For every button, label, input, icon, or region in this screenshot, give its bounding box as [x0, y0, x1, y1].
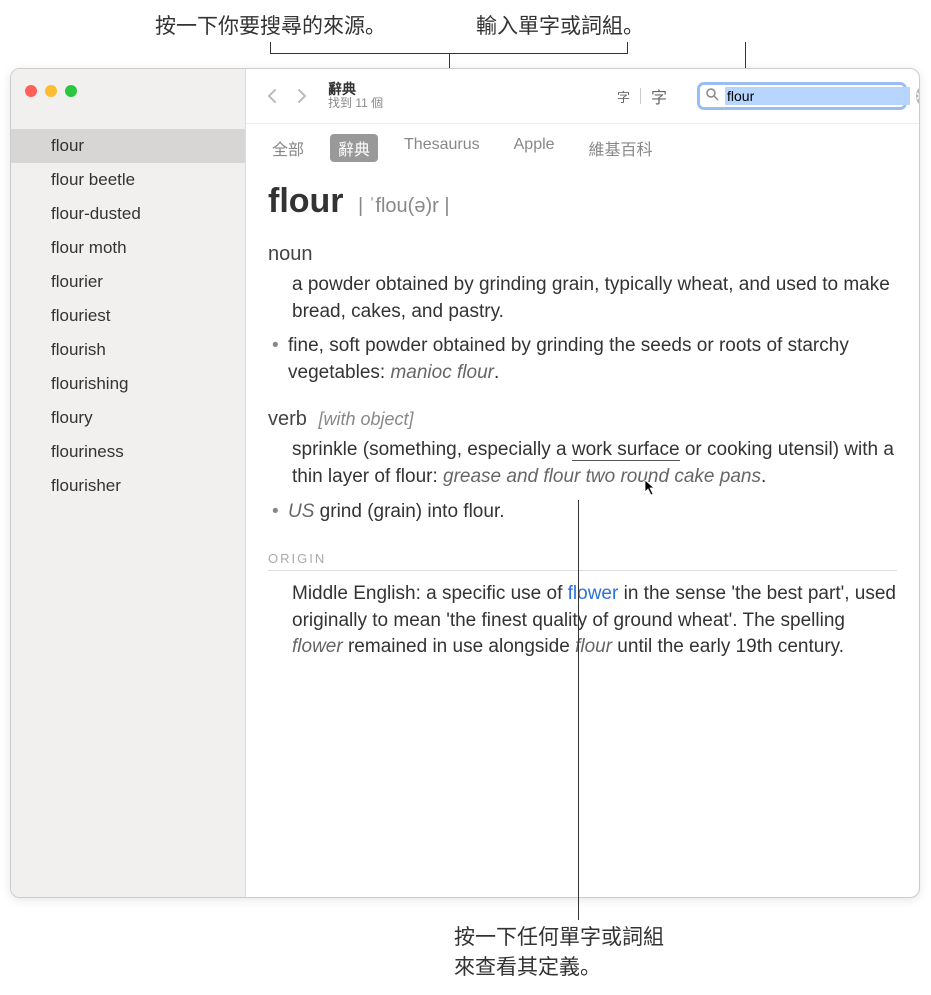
definition-text: a powder obtained by grinding grain, typ…	[292, 272, 897, 325]
list-item[interactable]: flourier	[11, 265, 245, 299]
tab-dictionary[interactable]: 辭典	[330, 134, 378, 162]
search-icon	[706, 88, 719, 104]
toolbar: 辭典 找到 11 個 字 字	[246, 69, 919, 124]
font-smaller-button[interactable]: 字	[607, 85, 640, 108]
chevron-right-icon	[296, 88, 308, 104]
main-panel: 辭典 找到 11 個 字 字 全部 辭典 Thesauru	[246, 69, 919, 897]
definition-text: grind (grain) into flour.	[314, 501, 504, 522]
callout-define: 按一下任何單字或詞組	[454, 923, 664, 952]
list-item[interactable]: flour moth	[11, 231, 245, 265]
pos-label: verb	[268, 408, 307, 430]
window-controls	[11, 69, 245, 109]
minimize-button[interactable]	[45, 85, 57, 97]
forward-button[interactable]	[288, 82, 316, 110]
clear-search-button[interactable]	[916, 88, 920, 104]
grammar-note: [with object]	[318, 409, 413, 429]
text: sprinkle (something, especially a	[292, 439, 572, 460]
origin-header: ORIGIN	[268, 551, 897, 571]
results-list: flour flour beetle flour-dusted flour mo…	[11, 109, 245, 503]
app-window: flour flour beetle flour-dusted flour mo…	[10, 68, 920, 898]
window-title: 辭典	[328, 82, 383, 97]
nav-buttons	[258, 82, 316, 110]
tab-apple[interactable]: Apple	[506, 134, 563, 162]
callout-line	[578, 500, 579, 920]
example-text: grease and flour two round cake pans	[443, 466, 761, 487]
text: .	[494, 362, 499, 383]
maximize-button[interactable]	[65, 85, 77, 97]
chevron-left-icon	[266, 88, 278, 104]
list-item[interactable]: flouriness	[11, 435, 245, 469]
text: flower	[292, 636, 343, 657]
headword: flour	[268, 182, 344, 220]
tab-wikipedia[interactable]: 維基百科	[581, 134, 661, 162]
list-item[interactable]: flourish	[11, 333, 245, 367]
callout-search: 輸入單字或詞組。	[476, 12, 644, 41]
sub-definition: fine, soft powder obtained by grinding t…	[288, 333, 897, 386]
font-size-controls: 字 字	[607, 82, 677, 110]
callout-define-2: 來查看其定義。	[454, 953, 601, 982]
list-item[interactable]: flourisher	[11, 469, 245, 503]
definition-content: flour | ˈflou(ə)r | noun a powder obtain…	[246, 172, 919, 681]
sub-definition: US grind (grain) into flour.	[288, 499, 897, 526]
pos-verb: verb [with object]	[268, 408, 897, 431]
example-text: manioc flour	[390, 362, 494, 383]
linked-term[interactable]: work surface	[572, 439, 680, 461]
linked-term[interactable]: flower	[568, 583, 619, 604]
results-count: 找到 11 個	[328, 97, 383, 110]
font-larger-button[interactable]: 字	[641, 82, 677, 110]
list-item[interactable]: flour	[11, 129, 245, 163]
list-item[interactable]: flouriest	[11, 299, 245, 333]
callout-source: 按一下你要搜尋的來源。	[155, 12, 386, 41]
text: flour	[575, 636, 612, 657]
origin-text: Middle English: a specific use of flower…	[292, 581, 897, 661]
text: Middle English: a specific use of	[292, 583, 568, 604]
source-tabs: 全部 辭典 Thesaurus Apple 維基百科	[246, 124, 919, 172]
definition-text: fine, soft powder obtained by grinding t…	[288, 335, 849, 383]
title-block: 辭典 找到 11 個	[328, 82, 383, 111]
text: until the early 19th century.	[612, 636, 844, 657]
region-label: US	[288, 501, 314, 522]
text: remained in use alongside	[343, 636, 575, 657]
close-icon	[916, 92, 920, 100]
pronunciation: | ˈflou(ə)r |	[358, 195, 450, 217]
list-item[interactable]: floury	[11, 401, 245, 435]
definition-text: sprinkle (something, especially a work s…	[292, 437, 897, 490]
list-item[interactable]: flour-dusted	[11, 197, 245, 231]
search-field[interactable]	[697, 82, 907, 110]
callout-bracket	[270, 42, 628, 54]
sidebar: flour flour beetle flour-dusted flour mo…	[11, 69, 246, 897]
text: .	[761, 466, 766, 487]
tab-thesaurus[interactable]: Thesaurus	[396, 134, 488, 162]
list-item[interactable]: flourishing	[11, 367, 245, 401]
back-button[interactable]	[258, 82, 286, 110]
tab-all[interactable]: 全部	[264, 134, 312, 162]
pos-noun: noun	[268, 243, 897, 266]
close-button[interactable]	[25, 85, 37, 97]
search-input[interactable]	[725, 87, 910, 105]
list-item[interactable]: flour beetle	[11, 163, 245, 197]
